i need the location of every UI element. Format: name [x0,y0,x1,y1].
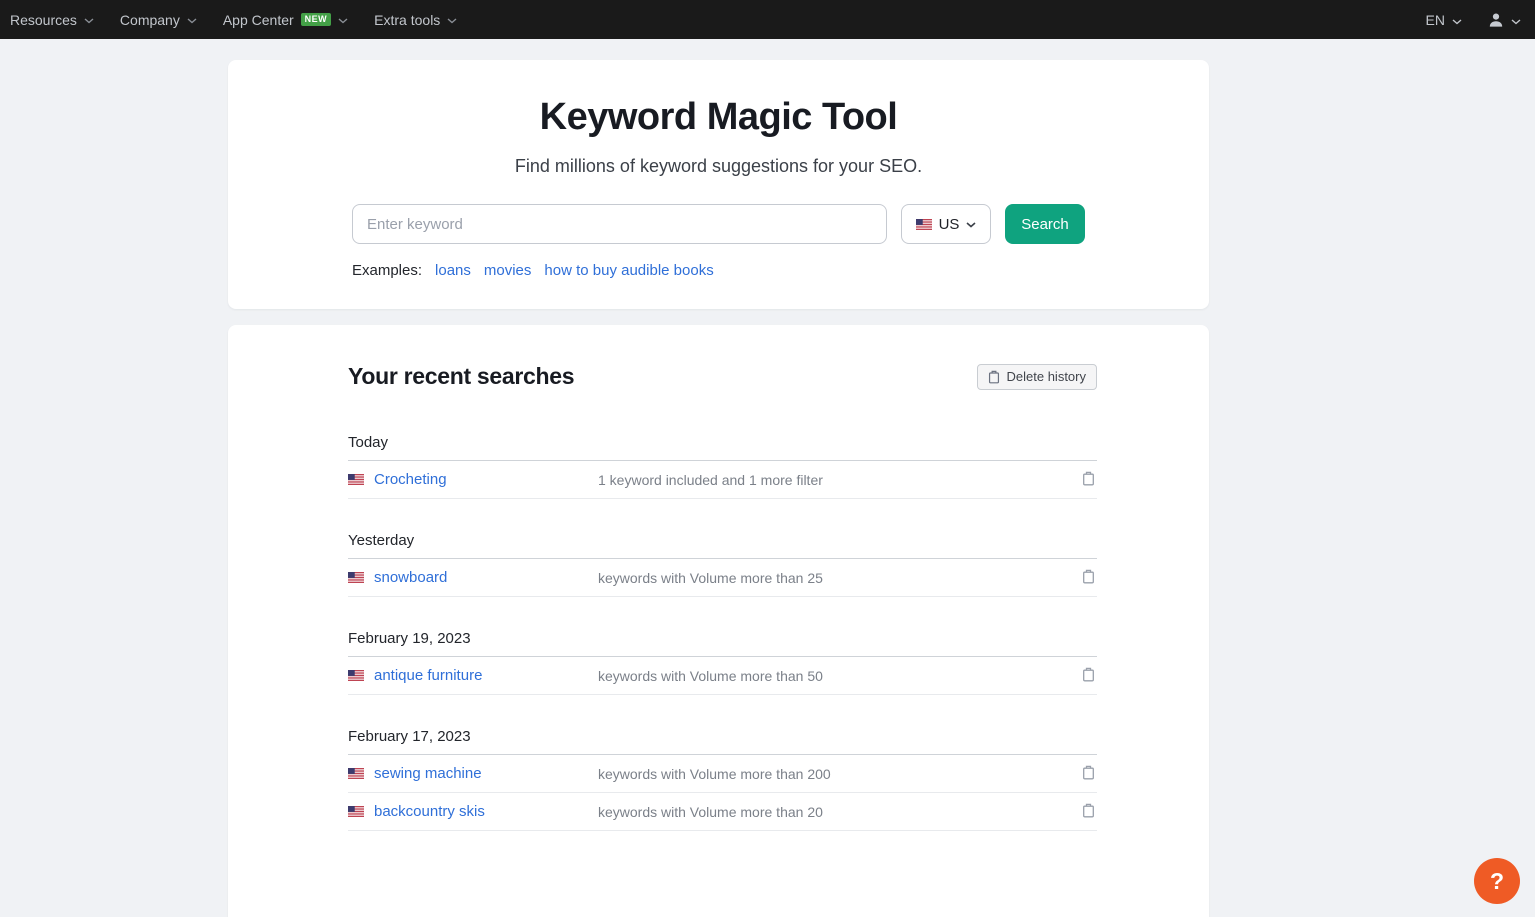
user-menu[interactable] [1488,12,1521,28]
recent-searches-card: Your recent searches Delete history Toda… [228,325,1209,917]
language-switcher[interactable]: EN [1426,12,1462,28]
country-value: US [939,216,960,233]
recent-search-row: snowboard keywords with Volume more than… [348,559,1097,597]
delete-row-button[interactable] [1080,469,1097,491]
us-flag-icon [348,474,364,485]
recent-filters: 1 keyword included and 1 more filter [598,472,1080,488]
group-rows: Crocheting 1 keyword included and 1 more… [348,461,1097,499]
trash-icon [1082,569,1095,587]
example-keyword-link[interactable]: how to buy audible books [544,262,713,279]
recent-keyword-link[interactable]: Crocheting [374,471,447,488]
page-subtitle: Find millions of keyword suggestions for… [352,156,1085,177]
recent-keyword-link[interactable]: sewing machine [374,765,482,782]
recent-search-row: antique furniture keywords with Volume m… [348,657,1097,695]
keyword-cell: antique furniture [348,667,598,684]
recent-search-row: Crocheting 1 keyword included and 1 more… [348,461,1097,499]
country-select[interactable]: US [901,204,991,244]
date-label: Today [348,434,1097,461]
chevron-down-icon [1452,12,1462,28]
group-rows: snowboard keywords with Volume more than… [348,559,1097,597]
example-links: Examples: loans movies how to buy audibl… [352,262,1085,279]
recent-search-group: Today Crocheting 1 keyword included and … [348,434,1097,499]
delete-history-button[interactable]: Delete history [977,364,1097,390]
nav-item-label: App Center [223,12,294,28]
trash-icon [988,370,1000,384]
recent-filters: keywords with Volume more than 50 [598,668,1080,684]
top-nav: Resources Company App Center NEW Extra t… [0,0,1535,39]
keyword-magic-card: Keyword Magic Tool Find millions of keyw… [228,60,1209,309]
examples-label: Examples: [352,262,422,279]
keyword-cell: Crocheting [348,471,598,488]
recent-searches-title: Your recent searches [348,363,574,390]
chevron-down-icon [1511,12,1521,28]
recent-keyword-link[interactable]: antique furniture [374,667,482,684]
recent-search-group: February 19, 2023 antique furniture keyw… [348,630,1097,695]
chevron-down-icon [338,18,348,24]
trash-icon [1082,471,1095,489]
recent-filters: keywords with Volume more than 25 [598,570,1080,586]
nav-item[interactable]: Company [120,12,197,28]
us-flag-icon [348,572,364,583]
delete-row-button[interactable] [1080,567,1097,589]
delete-row-button[interactable] [1080,763,1097,785]
chevron-down-icon [84,18,94,24]
group-rows: antique furniture keywords with Volume m… [348,657,1097,695]
page-title: Keyword Magic Tool [352,96,1085,139]
us-flag-icon [348,768,364,779]
recent-keyword-link[interactable]: snowboard [374,569,447,586]
date-label: February 19, 2023 [348,630,1097,657]
nav-item[interactable]: Extra tools [374,12,457,28]
delete-row-button[interactable] [1080,665,1097,687]
delete-row-button[interactable] [1080,801,1097,823]
us-flag-icon [348,806,364,817]
recent-search-row: sewing machine keywords with Volume more… [348,755,1097,793]
nav-item[interactable]: Resources [10,12,94,28]
us-flag-icon [348,670,364,681]
example-keyword-link[interactable]: movies [484,262,532,279]
help-button[interactable]: ? [1474,858,1520,904]
recent-search-row: backcountry skis keywords with Volume mo… [348,793,1097,831]
search-button[interactable]: Search [1005,204,1085,244]
search-form: US Search [352,204,1085,244]
nav-item-label: Resources [10,12,77,28]
keyword-cell: snowboard [348,569,598,586]
recent-filters: keywords with Volume more than 20 [598,804,1080,820]
group-rows: sewing machine keywords with Volume more… [348,755,1097,831]
recent-search-group: February 17, 2023 sewing machine keyword… [348,728,1097,831]
recent-groups: Today Crocheting 1 keyword included and … [348,434,1097,831]
recent-keyword-link[interactable]: backcountry skis [374,803,485,820]
chevron-down-icon [966,222,976,228]
chevron-down-icon [187,18,197,24]
nav-item-label: Company [120,12,180,28]
language-label: EN [1426,12,1445,28]
date-label: Yesterday [348,532,1097,559]
keyword-cell: backcountry skis [348,803,598,820]
user-icon [1488,12,1504,28]
example-keyword-link[interactable]: loans [435,262,471,279]
trash-icon [1082,667,1095,685]
recent-search-group: Yesterday snowboard keywords with Volume… [348,532,1097,597]
keyword-cell: sewing machine [348,765,598,782]
nav-item-label: Extra tools [374,12,440,28]
delete-history-label: Delete history [1007,369,1086,384]
chevron-down-icon [447,18,457,24]
new-badge: NEW [301,13,332,26]
trash-icon [1082,803,1095,821]
recent-filters: keywords with Volume more than 200 [598,766,1080,782]
nav-right: EN [1426,12,1521,28]
trash-icon [1082,765,1095,783]
nav-menu: Resources Company App Center NEW Extra t… [10,12,457,28]
date-label: February 17, 2023 [348,728,1097,755]
us-flag-icon [916,219,932,230]
keyword-input[interactable] [352,204,887,244]
nav-item[interactable]: App Center NEW [223,12,348,28]
recent-header: Your recent searches Delete history [348,363,1097,390]
